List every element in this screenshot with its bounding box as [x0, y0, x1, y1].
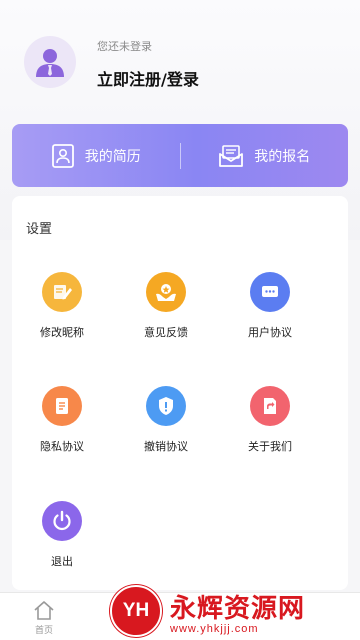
home-icon — [34, 600, 54, 620]
my-resume-label: 我的简历 — [84, 148, 141, 165]
privacy-policy-button[interactable]: 隐私协议 — [12, 386, 112, 476]
tab-home-label: 首页 — [34, 625, 53, 636]
settings-title: 设置 — [26, 222, 53, 237]
document-icon — [42, 386, 82, 426]
my-signup-label: 我的报名 — [254, 148, 311, 165]
chat-icon — [250, 272, 290, 312]
mail-icon — [219, 144, 244, 167]
feedback-icon — [146, 272, 186, 312]
watermark-url: www.yhkjjj.com — [170, 622, 259, 635]
user-agreement-button[interactable]: 用户协议 — [220, 272, 320, 362]
logout-button[interactable]: 退出 — [12, 501, 112, 591]
my-resume-button[interactable]: 我的简历 — [12, 124, 180, 187]
my-signup-button[interactable]: 我的报名 — [181, 124, 349, 187]
feedback-button[interactable]: 意见反馈 — [116, 272, 216, 362]
register-login-link[interactable]: 立即注册/登录 — [97, 66, 199, 90]
login-status-text: 您还未登录 — [97, 40, 152, 53]
logout-label: 退出 — [51, 555, 73, 568]
resume-icon — [51, 143, 74, 168]
edit-nickname-label: 修改昵称 — [40, 326, 84, 339]
share-icon — [250, 386, 290, 426]
watermark-title: 永辉资源网 — [170, 593, 306, 624]
user-avatar-icon — [36, 49, 64, 77]
user-agreement-label: 用户协议 — [248, 326, 292, 339]
shield-icon — [146, 386, 186, 426]
quick-actions-banner: 我的简历 我的报名 — [12, 124, 348, 187]
about-us-button[interactable]: 关于我们 — [220, 386, 320, 476]
power-icon — [42, 501, 82, 541]
feedback-label: 意见反馈 — [144, 326, 188, 339]
settings-card: 设置 修改昵称 意见反馈 用户协议 隐私协议 撤销协议 关于我们 退出 — [12, 196, 348, 590]
revoke-agreement-label: 撤销协议 — [144, 440, 188, 453]
edit-icon — [42, 272, 82, 312]
watermark-logo: YH — [110, 585, 162, 637]
watermark: YH 永辉资源网 www.yhkjjj.com — [110, 582, 360, 640]
edit-nickname-button[interactable]: 修改昵称 — [12, 272, 112, 362]
tab-home[interactable]: 首页 — [8, 593, 80, 640]
revoke-agreement-button[interactable]: 撤销协议 — [116, 386, 216, 476]
privacy-policy-label: 隐私协议 — [40, 440, 84, 453]
avatar[interactable] — [24, 36, 76, 88]
about-us-label: 关于我们 — [248, 440, 292, 453]
